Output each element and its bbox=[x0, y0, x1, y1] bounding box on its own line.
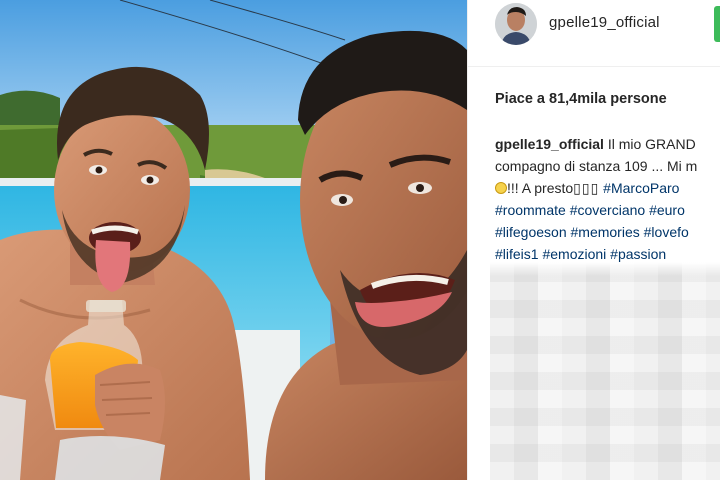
hashtag-links[interactable]: #lifegoeson #memories #lovefo bbox=[495, 221, 720, 243]
follow-button[interactable] bbox=[714, 6, 720, 42]
hashtag-links[interactable]: #roommate #coverciano #euro bbox=[495, 199, 720, 221]
caption-text: !!! A presto bbox=[507, 180, 574, 196]
pixelated-comments-area bbox=[490, 262, 720, 480]
caption-line: !!! A presto▯▯▯ #MarcoParo bbox=[495, 177, 720, 199]
smiling-face-emoji-icon bbox=[495, 182, 507, 194]
hashtag-link[interactable]: #MarcoParo bbox=[603, 180, 679, 196]
avatar-picture bbox=[495, 3, 537, 45]
post-photo[interactable] bbox=[0, 0, 467, 480]
caption-text: Il mio GRAND bbox=[607, 136, 696, 152]
username-link[interactable]: gpelle19_official bbox=[549, 14, 660, 31]
post-side-panel: gpelle19_official Piace a 81,4mila perso… bbox=[467, 0, 720, 480]
caption-line: gpelle19_official Il mio GRAND bbox=[495, 133, 720, 155]
pixelated-comments-fade bbox=[490, 262, 720, 276]
post-header: gpelle19_official bbox=[468, 0, 720, 67]
caption-username-link[interactable]: gpelle19_official bbox=[495, 136, 604, 152]
likes-count[interactable]: Piace a 81,4mila persone bbox=[495, 91, 667, 107]
caption-text: compagno di stanza 109 ... Mi m bbox=[495, 158, 698, 174]
unrendered-emoji-glyphs: ▯▯▯ bbox=[573, 180, 600, 196]
post-caption: gpelle19_official Il mio GRAND compagno … bbox=[495, 133, 720, 265]
avatar[interactable] bbox=[495, 3, 537, 45]
